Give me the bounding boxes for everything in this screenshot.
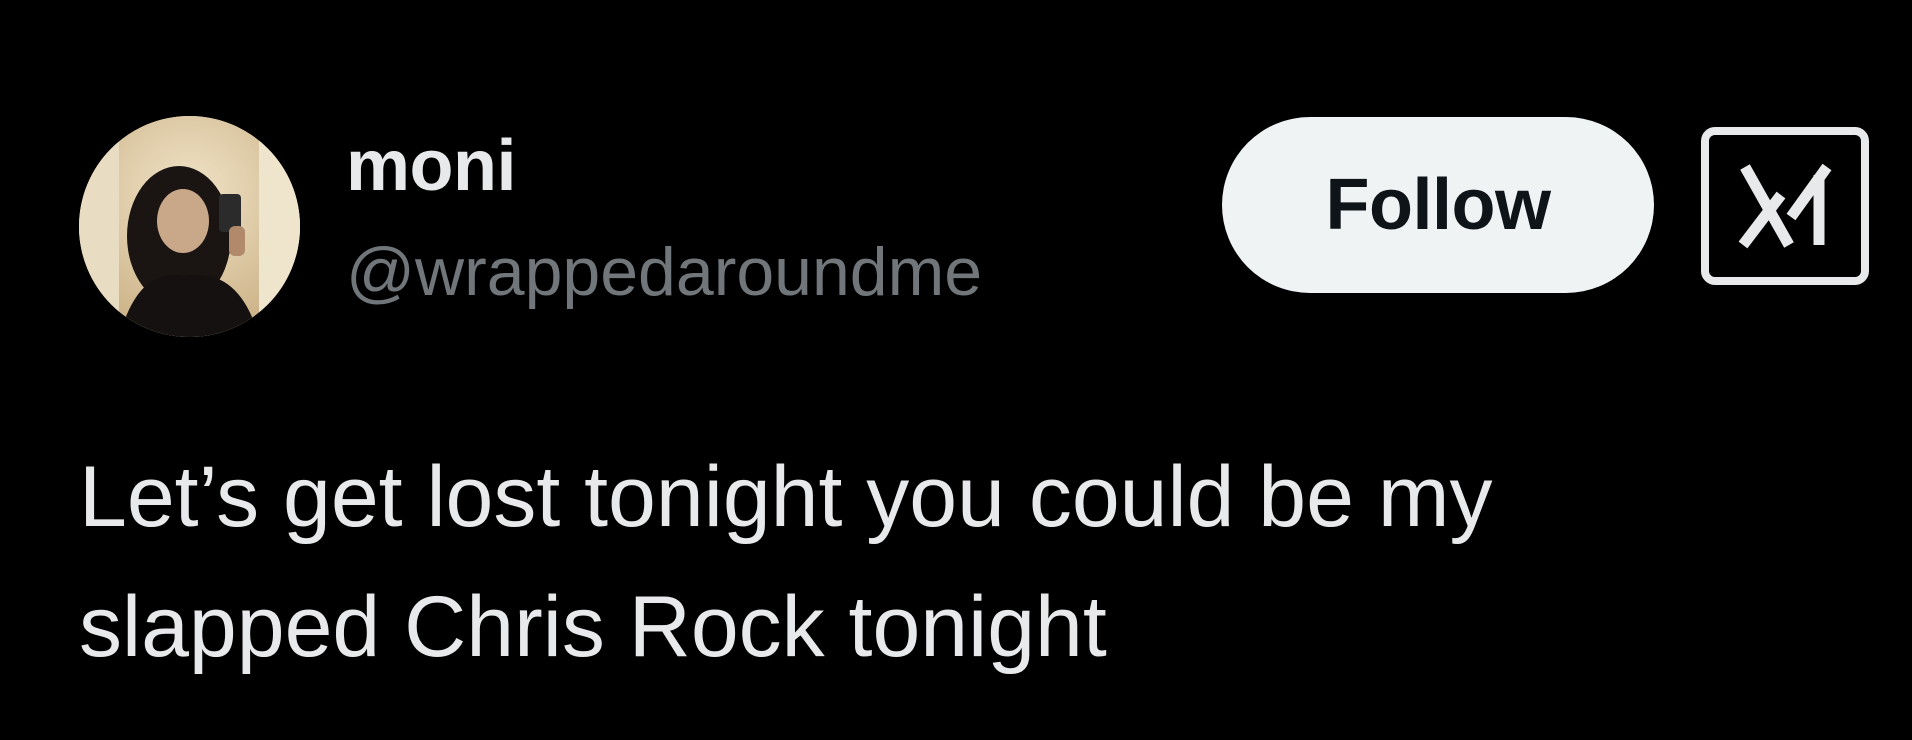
avatar-photo-icon [79,116,300,337]
tweet-text: Let’s get lost tonight you could be my s… [79,432,1839,692]
tweet-line: Let’s get lost tonight you could be my [79,449,1493,545]
tweet-card: moni @wrappedaroundme Follow Let’s get l… [0,0,1912,740]
display-name[interactable]: moni [346,130,516,202]
avatar[interactable] [79,116,300,337]
x-glyph-icon [1738,163,1832,249]
tweet-line: slapped Chris Rock tonight [79,579,1107,675]
follow-button[interactable]: Follow [1222,117,1654,293]
handle[interactable]: @wrappedaroundme [346,238,982,306]
x-logo-icon[interactable] [1701,127,1869,285]
